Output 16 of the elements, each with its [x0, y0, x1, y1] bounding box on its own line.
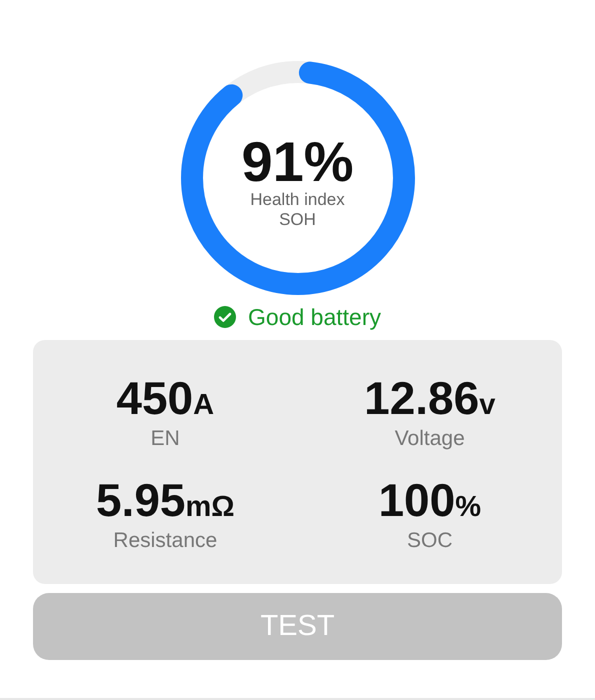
metric-label: EN	[150, 427, 180, 451]
gauge-label: Health index	[250, 190, 345, 210]
metric-value: 12.86	[364, 371, 480, 425]
status-text: Good battery	[248, 304, 381, 330]
metric-value: 100	[378, 473, 456, 527]
metric-unit: %	[455, 491, 482, 524]
metric-unit: mΩ	[185, 491, 235, 524]
metric-value: 450	[116, 371, 194, 425]
metric-value: 5.95	[96, 473, 186, 527]
metric-label: Resistance	[113, 529, 218, 553]
metric-label: SOC	[406, 529, 452, 553]
metric-unit: A	[193, 389, 214, 422]
metric-label: Voltage	[394, 427, 465, 451]
gauge-value: 91%	[241, 134, 354, 190]
metric-unit: v	[479, 389, 496, 422]
gauge-sublabel: SOH	[279, 210, 316, 230]
